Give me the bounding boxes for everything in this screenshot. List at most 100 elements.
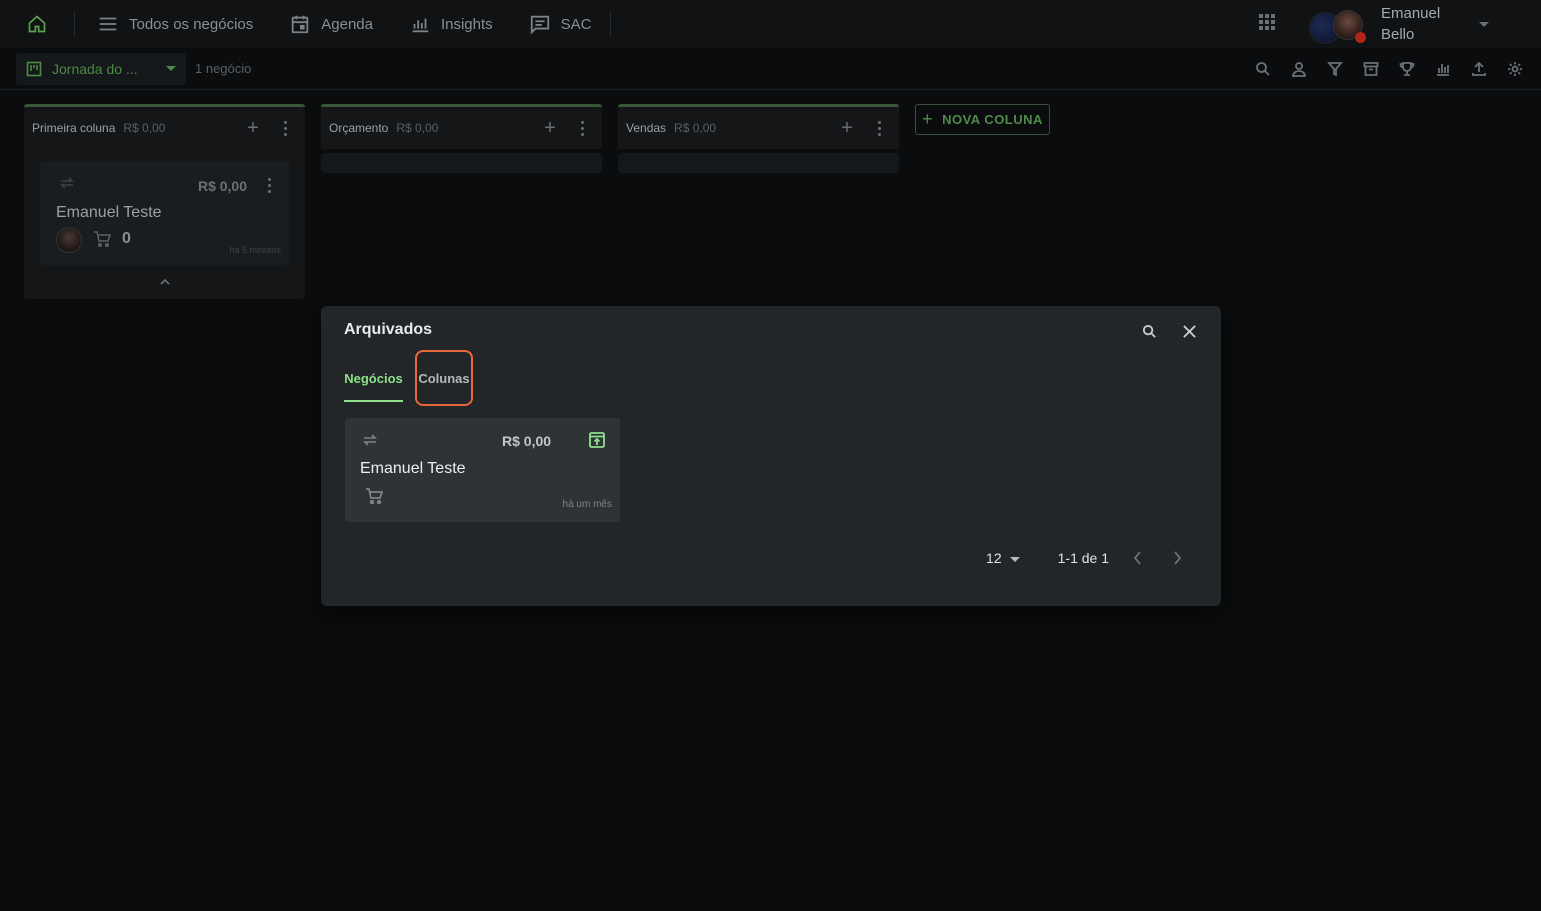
- column-header: Primeira coluna R$ 0,00 +: [24, 107, 305, 149]
- tab-negocios[interactable]: Negócios: [344, 356, 403, 402]
- nav-divider: [609, 11, 611, 37]
- nav-agenda-label: Agenda: [321, 15, 373, 33]
- plus-icon: +: [247, 116, 259, 139]
- column-sum: R$ 0,00: [123, 121, 166, 135]
- board-selector[interactable]: Jornada do ...: [16, 52, 186, 85]
- column-header: Orçamento R$ 0,00 +: [321, 107, 602, 149]
- list-icon: [99, 17, 117, 31]
- search-icon: [1255, 62, 1270, 76]
- top-navigation: Todos os negócios Agenda Insights SAC Em…: [0, 0, 1541, 48]
- user-first-name: Emanuel: [1381, 5, 1441, 22]
- new-column-button[interactable]: + NOVA COLUNA: [915, 104, 1050, 135]
- next-page-button[interactable]: [1165, 546, 1189, 570]
- plus-icon: +: [544, 116, 556, 139]
- person-icon: [1291, 62, 1306, 77]
- user-filter-button[interactable]: [1288, 59, 1309, 80]
- more-vert-icon: [268, 178, 271, 193]
- column-sum: R$ 0,00: [674, 121, 717, 135]
- add-deal-button[interactable]: +: [835, 116, 859, 140]
- more-vert-icon: [580, 120, 584, 136]
- archived-deal-time: há um mês: [562, 499, 612, 510]
- deal-menu-button[interactable]: [268, 178, 271, 193]
- archive-button[interactable]: [1360, 59, 1381, 80]
- nav-insights-label: Insights: [440, 15, 493, 33]
- archived-deal-card[interactable]: R$ 0,00 Emanuel Teste há um mês: [345, 418, 620, 522]
- avatar: [56, 227, 82, 253]
- archived-dialog: Arquivados Negócios Colunas R$ 0,00 Eman…: [321, 306, 1221, 606]
- board-toolbar: Jornada do ... 1 negócio: [0, 48, 1541, 90]
- search-icon: [1142, 324, 1156, 338]
- nav-all-deals-label: Todos os negócios: [129, 15, 254, 33]
- nav-agenda[interactable]: Agenda: [271, 0, 391, 48]
- chevron-right-icon: [1173, 551, 1181, 565]
- column-empty-area: [321, 153, 602, 173]
- dialog-tabs: Negócios Colunas: [344, 350, 473, 406]
- column-header: Vendas R$ 0,00 +: [618, 107, 899, 149]
- user-menu-caret-icon[interactable]: [1479, 21, 1489, 27]
- settings-button[interactable]: [1504, 59, 1525, 80]
- archive-icon: [1363, 62, 1378, 76]
- cart-icon: [366, 488, 383, 504]
- chat-icon: [530, 15, 549, 35]
- cart-icon: [94, 231, 111, 247]
- page-range: 1-1 de 1: [1057, 550, 1109, 566]
- filter-button[interactable]: [1324, 59, 1345, 80]
- user-avatars[interactable]: [1309, 4, 1369, 44]
- nav-sac[interactable]: SAC: [511, 0, 610, 48]
- deal-value: R$ 0,00: [197, 178, 247, 194]
- unarchive-button[interactable]: [588, 431, 606, 454]
- rows-per-page-value: 12: [986, 550, 1002, 566]
- close-icon: [1182, 324, 1196, 338]
- column-title: Primeira coluna: [32, 121, 116, 135]
- gear-icon: [1507, 62, 1522, 76]
- column-orcamento: Orçamento R$ 0,00 +: [321, 104, 602, 173]
- column-menu-button[interactable]: [273, 116, 297, 140]
- rows-per-page-select[interactable]: 12: [986, 550, 1020, 566]
- apps-menu-button[interactable]: [1257, 12, 1277, 37]
- deal-card[interactable]: R$ 0,00 Emanuel Teste 0 há 5 minutos: [40, 161, 289, 265]
- add-deal-button[interactable]: +: [241, 116, 265, 140]
- repeat-icon: [60, 177, 74, 189]
- chevron-up-icon: [159, 278, 170, 285]
- more-vert-icon: [283, 120, 287, 136]
- nav-all-deals[interactable]: Todos os negócios: [79, 0, 271, 48]
- add-deal-button[interactable]: +: [538, 116, 562, 140]
- trophy-button[interactable]: [1396, 59, 1417, 80]
- column-primeira: Primeira coluna R$ 0,00 + R$ 0,00 Emanue…: [24, 104, 305, 299]
- chevron-left-icon: [1133, 551, 1141, 565]
- plus-icon: +: [922, 109, 934, 129]
- deal-quantity: 0: [122, 230, 131, 247]
- column-empty-area: [618, 153, 899, 173]
- previous-page-button[interactable]: [1125, 546, 1149, 570]
- new-column-label: NOVA COLUNA: [942, 112, 1043, 127]
- kanban-icon: [26, 61, 42, 76]
- plus-icon: +: [841, 116, 853, 139]
- nav-sac-label: SAC: [560, 15, 592, 33]
- board-name: Jornada do ...: [52, 60, 138, 77]
- chevron-down-icon: [166, 66, 176, 71]
- home-icon: [28, 15, 46, 33]
- column-menu-button[interactable]: [867, 116, 891, 140]
- archived-deal-value: R$ 0,00: [502, 433, 552, 449]
- nav-insights[interactable]: Insights: [391, 0, 511, 48]
- dialog-title: Arquivados: [344, 321, 433, 338]
- column-sum: R$ 0,00: [396, 121, 439, 135]
- bar-chart-icon: [1436, 64, 1449, 76]
- dialog-close-button[interactable]: [1177, 319, 1201, 343]
- collapse-button[interactable]: [24, 265, 305, 299]
- reports-button[interactable]: [1432, 59, 1453, 80]
- filter-icon: [1326, 62, 1343, 77]
- tab-colunas[interactable]: Colunas: [415, 350, 473, 406]
- export-button[interactable]: [1468, 59, 1489, 80]
- repeat-icon: [363, 434, 377, 446]
- home-button[interactable]: [0, 11, 75, 37]
- status-dot: [1355, 32, 1366, 43]
- column-menu-button[interactable]: [570, 116, 594, 140]
- deal-name: Emanuel Teste: [56, 204, 162, 221]
- dialog-search-button[interactable]: [1138, 320, 1160, 342]
- user-name[interactable]: Emanuel Bello: [1381, 3, 1471, 45]
- unarchive-icon: [589, 432, 605, 448]
- search-button[interactable]: [1252, 59, 1273, 80]
- user-last-name: Bello: [1381, 26, 1415, 43]
- calendar-icon: [292, 15, 309, 34]
